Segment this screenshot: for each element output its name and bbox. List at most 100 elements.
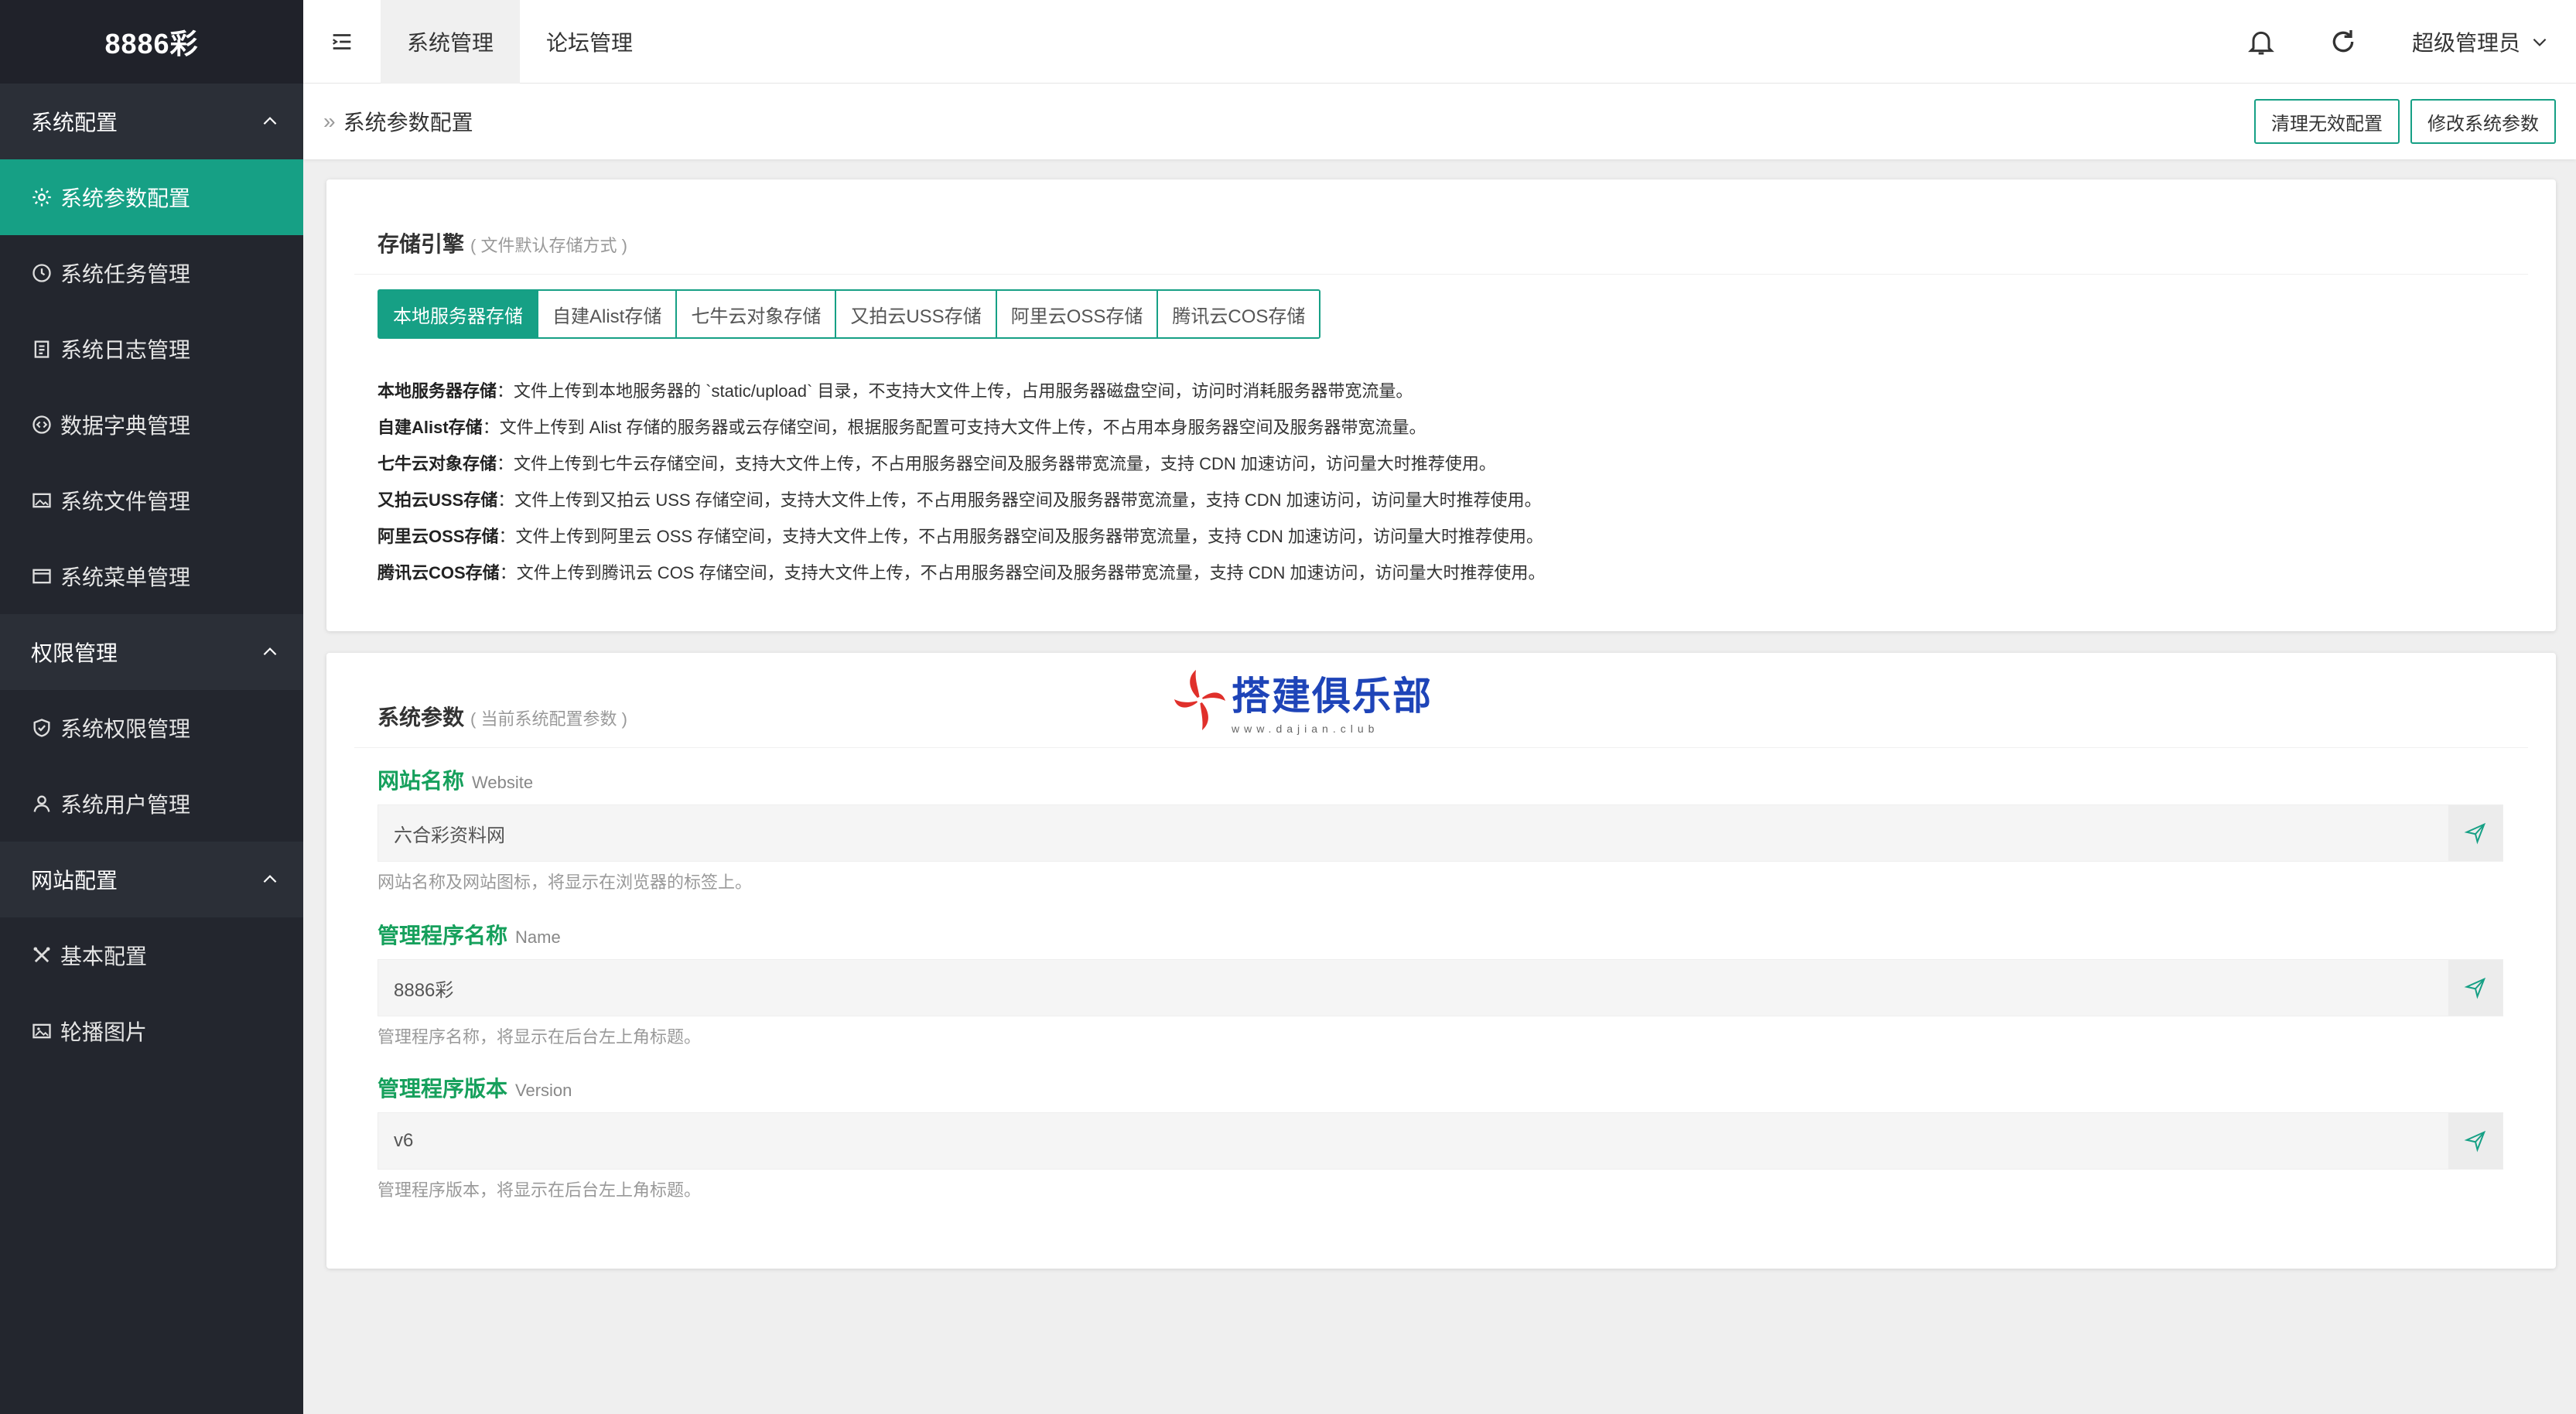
storage-description-name: 自建Alist存储	[378, 417, 483, 437]
sidebar-item-data-dictionary[interactable]: 数据字典管理	[0, 387, 303, 463]
field-help: 网站名称及网站图标，将显示在浏览器的标签上。	[378, 873, 753, 892]
clear-invalid-config-button[interactable]: 清理无效配置	[2254, 99, 2400, 144]
params-card-title: 系统参数 ( 当前系统配置参数 )	[378, 701, 627, 732]
storage-description-name: 七牛云对象存储	[378, 453, 497, 473]
refresh-button[interactable]	[2302, 0, 2384, 84]
storage-description: 七牛云对象存储 ：文件上传到七牛云存储空间，支持大文件上传，不占用服务器空间及服务…	[378, 444, 1545, 480]
storage-description-name: 本地服务器存储	[378, 381, 497, 401]
admin-name-input[interactable]	[378, 960, 2448, 1016]
field-label: 网站名称 Website	[378, 764, 2503, 795]
card-title-text: 存储引擎	[378, 232, 465, 256]
storage-description: 又拍云USS存储 ：文件上传到又拍云 USS 存储空间，支持大文件上传，不占用服务…	[378, 480, 1545, 517]
watermark-logo: 搭建俱乐部 www.dajian.club	[1173, 665, 1433, 735]
storage-engine-selector: 本地服务器存储 自建Alist存储 七牛云对象存储 又拍云USS存储 阿里云OS…	[378, 289, 1321, 339]
page-title: 系统参数配置	[343, 111, 473, 135]
field-label-text: 管理程序名称	[378, 924, 508, 948]
save-admin-name-button[interactable]	[2448, 960, 2503, 1016]
field-help: 管理程序版本，将显示在后台左上角标题。	[378, 1180, 702, 1200]
send-icon	[2464, 977, 2486, 999]
tab-system-management[interactable]: 系统管理	[381, 0, 521, 84]
sidebar-group-site-config[interactable]: 网站配置	[0, 842, 303, 917]
field-admin-version: 管理程序版本 Version 管理程序版本，将显示在后台左上角标题。	[378, 1072, 2503, 1202]
sidebar-item-label: 系统参数配置	[60, 186, 191, 210]
bell-icon	[2248, 31, 2274, 55]
storage-description-name: 腾讯云COS存储	[378, 562, 500, 582]
field-input-group	[378, 1112, 2503, 1170]
refresh-icon	[2332, 30, 2354, 53]
storage-option-tencent[interactable]: 腾讯云COS存储	[1158, 291, 1320, 337]
watermark-text: 搭建俱乐部 www.dajian.club	[1232, 665, 1433, 735]
field-label-text: 管理程序版本	[378, 1077, 508, 1101]
breadcrumb: » 系统参数配置 清理无效配置 修改系统参数	[303, 84, 2576, 159]
breadcrumb-separator: »	[323, 109, 336, 133]
tools-icon	[33, 947, 50, 963]
sidebar-item-label: 系统菜单管理	[60, 565, 191, 589]
sidebar: 8886彩 系统配置 系统参数配置 系统任务管理 系统日志管理 数据字典管理 系…	[0, 0, 303, 1414]
chevron-up-icon	[263, 875, 277, 883]
tab-forum-management[interactable]: 论坛管理	[520, 0, 659, 84]
notifications-button[interactable]	[2220, 0, 2302, 84]
sidebar-item-system-tasks[interactable]: 系统任务管理	[0, 235, 303, 311]
sidebar-item-label: 系统权限管理	[60, 717, 191, 741]
sidebar-group-label: 权限管理	[31, 641, 118, 665]
field-label-en: Version	[515, 1081, 572, 1100]
storage-option-local[interactable]: 本地服务器存储	[379, 291, 538, 337]
website-name-input[interactable]	[378, 805, 2448, 861]
card-divider	[354, 274, 2528, 275]
system-params-card: 系统参数 ( 当前系统配置参数 ) 网站名称 Website 网站名称及网站图标…	[326, 653, 2556, 1269]
storage-description: 阿里云OSS存储 ：文件上传到阿里云 OSS 存储空间，支持大文件上传，不占用服务…	[378, 517, 1545, 553]
storage-option-aliyun[interactable]: 阿里云OSS存储	[996, 291, 1159, 337]
sidebar-item-permission-management[interactable]: 系统权限管理	[0, 690, 303, 766]
sidebar-item-label: 数据字典管理	[60, 414, 191, 438]
storage-description: 自建Alist存储 ：文件上传到 Alist 存储的服务器或云存储空间，根据服务配…	[378, 408, 1545, 444]
admin-version-input[interactable]	[378, 1113, 2448, 1169]
topbar-right: 超级管理员	[2220, 0, 2576, 84]
card-divider	[354, 747, 2528, 748]
field-input-group	[378, 959, 2503, 1016]
storage-option-alist[interactable]: 自建Alist存储	[538, 291, 678, 337]
picture-icon	[32, 1023, 51, 1039]
field-input-group	[378, 804, 2503, 862]
menu-fold-icon	[333, 33, 351, 50]
sidebar-item-label: 系统任务管理	[60, 262, 191, 286]
storage-description-name: 又拍云USS存储	[378, 490, 498, 510]
storage-option-qiniu[interactable]: 七牛云对象存储	[677, 291, 837, 337]
watermark-main: 搭建俱乐部	[1232, 674, 1433, 719]
card-subtitle: ( 当前系统配置参数 )	[470, 709, 627, 729]
sidebar-group-system-config[interactable]: 系统配置	[0, 84, 303, 159]
field-website-name: 网站名称 Website 网站名称及网站图标，将显示在浏览器的标签上。	[378, 764, 2503, 894]
clock-icon	[32, 264, 51, 282]
sidebar-item-user-management[interactable]: 系统用户管理	[0, 766, 303, 842]
user-name: 超级管理员	[2411, 31, 2520, 55]
sidebar-item-system-files[interactable]: 系统文件管理	[0, 463, 303, 538]
edit-system-params-button[interactable]: 修改系统参数	[2410, 99, 2556, 144]
chevron-down-icon	[2533, 38, 2547, 46]
sidebar-item-carousel-images[interactable]: 轮播图片	[0, 993, 303, 1069]
sidebar-item-system-logs[interactable]: 系统日志管理	[0, 311, 303, 387]
sidebar-item-label: 轮播图片	[60, 1020, 148, 1044]
user-menu[interactable]: 超级管理员	[2384, 26, 2576, 57]
chevron-up-icon	[263, 647, 277, 656]
card-subtitle: ( 文件默认存储方式 )	[470, 236, 627, 255]
code-icon	[32, 415, 51, 434]
storage-option-upyun[interactable]: 又拍云USS存储	[836, 291, 997, 337]
send-icon	[2464, 1130, 2486, 1153]
chevron-up-icon	[263, 117, 277, 125]
storage-description-text: ：文件上传到又拍云 USS 存储空间，支持大文件上传，不占用服务器空间及服务器带…	[497, 490, 1542, 510]
field-label: 管理程序版本 Version	[378, 1072, 2503, 1103]
image-file-icon	[32, 493, 51, 508]
sidebar-group-permissions[interactable]: 权限管理	[0, 614, 303, 690]
sidebar-item-system-menus[interactable]: 系统菜单管理	[0, 538, 303, 614]
storage-descriptions: 本地服务器存储 ：文件上传到本地服务器的 `static/upload` 目录，不…	[378, 371, 1545, 589]
storage-description-text: ：文件上传到七牛云存储空间，支持大文件上传，不占用服务器空间及服务器带宽流量，支…	[497, 453, 1496, 473]
menu-toggle-button[interactable]	[303, 0, 381, 84]
app-logo[interactable]: 8886彩	[0, 0, 303, 84]
save-website-name-button[interactable]	[2448, 805, 2503, 861]
storage-card-title: 存储引擎 ( 文件默认存储方式 )	[378, 227, 627, 258]
card-title-text: 系统参数	[378, 705, 465, 729]
sidebar-item-basic-config[interactable]: 基本配置	[0, 917, 303, 993]
save-admin-version-button[interactable]	[2448, 1113, 2503, 1169]
sidebar-item-label: 系统文件管理	[60, 490, 191, 514]
sidebar-item-system-params[interactable]: 系统参数配置	[0, 159, 303, 235]
field-label-en: Name	[515, 927, 561, 947]
